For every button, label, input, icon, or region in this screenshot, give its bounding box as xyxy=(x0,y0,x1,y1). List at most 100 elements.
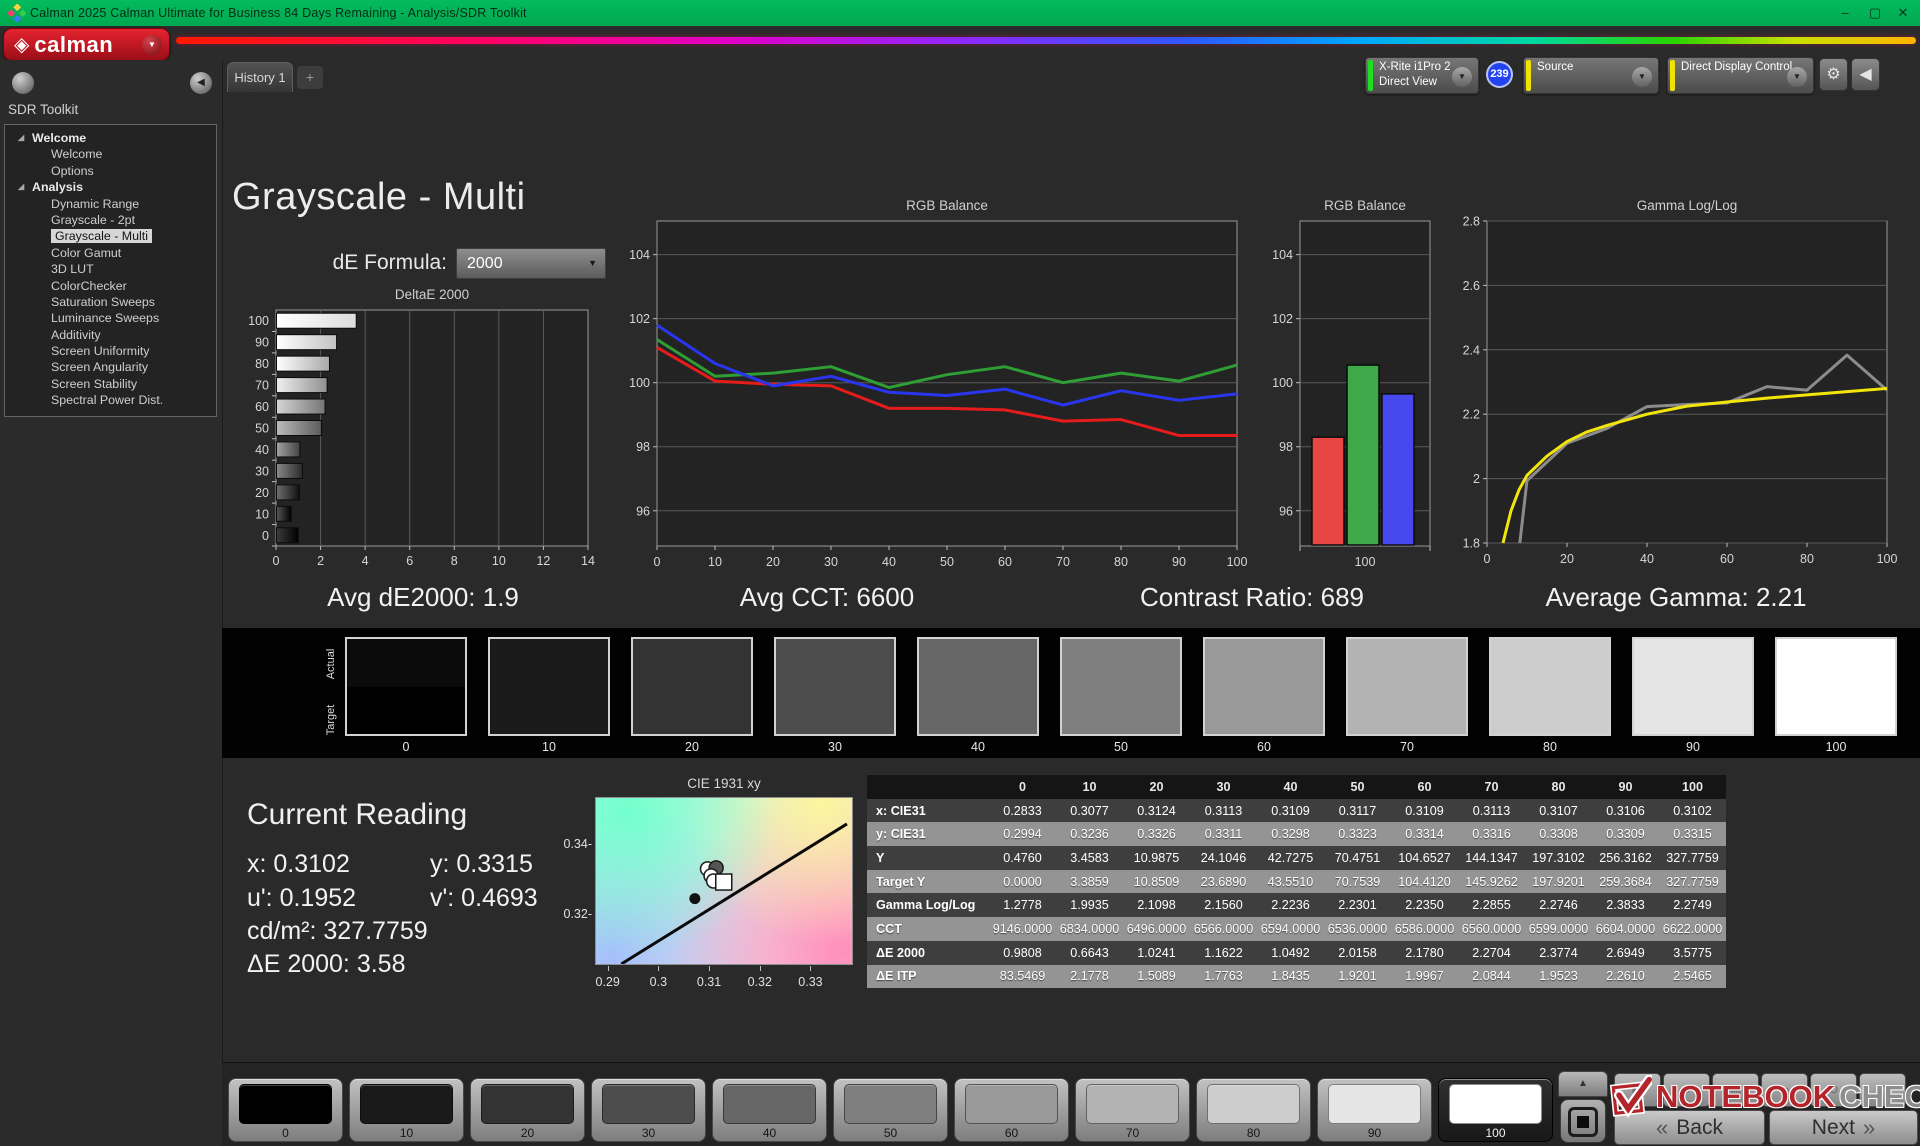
pattern-swatch xyxy=(1449,1084,1542,1124)
de-formula-dropdown-icon: ▼ xyxy=(588,249,597,278)
pattern-button-70[interactable]: 70 xyxy=(1075,1078,1190,1142)
back-label: Back xyxy=(1676,1116,1723,1140)
table-header-cell: 30 xyxy=(1190,775,1257,799)
pattern-up-icon[interactable]: ▲ xyxy=(1558,1071,1608,1097)
back-button[interactable]: « Back xyxy=(1614,1110,1765,1145)
grayscale-data-table: 0102030405060708090100x: CIE310.28330.30… xyxy=(867,775,1726,988)
pattern-button-60[interactable]: 60 xyxy=(954,1078,1069,1142)
table-header-cell: 100 xyxy=(1659,775,1726,799)
toolbar-button-5-icon[interactable]: ↻ xyxy=(1810,1073,1857,1107)
pattern-button-80[interactable]: 80 xyxy=(1196,1078,1311,1142)
pattern-button-0[interactable]: 0 xyxy=(228,1078,343,1142)
sidebar-item-colorchecker[interactable]: ColorChecker xyxy=(5,278,216,294)
bar-level-30 xyxy=(277,463,303,478)
table-cell: 2.0844 xyxy=(1458,965,1525,989)
sidebar-item-options[interactable]: Options xyxy=(5,163,216,179)
meter-count-badge: 239 xyxy=(1486,61,1513,88)
minimize-icon[interactable]: – xyxy=(1830,0,1860,26)
chart-label: 96 xyxy=(1279,504,1293,518)
panel-collapse-icon[interactable]: ◀ xyxy=(1851,58,1880,91)
sidebar-item-3d-lut[interactable]: 3D LUT xyxy=(5,261,216,277)
sidebar-item-luminance-sweeps[interactable]: Luminance Sweeps xyxy=(5,310,216,326)
pattern-button-20[interactable]: 20 xyxy=(470,1078,585,1142)
rgb-balance-bar-chart: RGB Balance1041021009896100 xyxy=(1258,188,1476,590)
sidebar-item-analysis[interactable]: ◢Analysis xyxy=(5,179,216,195)
pattern-button-30[interactable]: 30 xyxy=(591,1078,706,1142)
sidebar-item-welcome[interactable]: ◢Welcome xyxy=(5,130,216,146)
grayscale-patch-40 xyxy=(917,637,1039,736)
chart-label: 10 xyxy=(255,507,269,521)
grayscale-patch-50 xyxy=(1060,637,1182,736)
table-cell: 259.3684 xyxy=(1592,870,1659,894)
table-cell: 1.9523 xyxy=(1525,965,1592,989)
pattern-swatch xyxy=(723,1084,816,1124)
reading-luminance: cd/m²: 327.7759 xyxy=(247,917,428,946)
sidebar-item-screen-stability[interactable]: Screen Stability xyxy=(5,376,216,392)
toolbar-button-2-icon[interactable]: ● xyxy=(1663,1073,1710,1107)
pattern-button-100[interactable]: 100 xyxy=(1438,1078,1553,1142)
table-cell: 2.0158 xyxy=(1324,941,1391,965)
calman-menu-dropdown-icon[interactable]: ▼ xyxy=(142,35,162,55)
grayscale-patch-20 xyxy=(631,637,753,736)
pattern-swatch xyxy=(844,1084,937,1124)
sidebar-item-label: Saturation Sweeps xyxy=(51,295,155,309)
add-tab-icon[interactable]: + xyxy=(297,66,323,89)
pattern-level-label: 90 xyxy=(1318,1126,1431,1140)
meter-dropdown-icon[interactable]: ▼ xyxy=(1452,67,1472,87)
sidebar-item-spectral-power-dist-[interactable]: Spectral Power Dist. xyxy=(5,392,216,408)
chart-label: 98 xyxy=(1279,440,1293,454)
sidebar-item-grayscale-multi[interactable]: Grayscale - Multi xyxy=(5,228,216,244)
next-button[interactable]: Next » xyxy=(1769,1110,1918,1145)
table-cell: 2.2236 xyxy=(1257,893,1324,917)
table-header-cell: 20 xyxy=(1123,775,1190,799)
stop-pattern-button[interactable] xyxy=(1560,1099,1606,1143)
source-dropdown[interactable]: Source ▼ xyxy=(1523,57,1659,94)
patch-level-label: 40 xyxy=(917,740,1039,754)
chart-label: 100 xyxy=(1877,552,1898,566)
sidebar-collapse-icon[interactable]: ◀ xyxy=(190,72,212,94)
sidebar-item-color-gamut[interactable]: Color Gamut xyxy=(5,245,216,261)
sidebar-item-additivity[interactable]: Additivity xyxy=(5,327,216,343)
sidebar-item-grayscale-2pt[interactable]: Grayscale - 2pt xyxy=(5,212,216,228)
toolbar-button-3-icon[interactable]: ▦ xyxy=(1712,1073,1759,1107)
chart-label: 10 xyxy=(492,554,506,568)
pattern-button-50[interactable]: 50 xyxy=(833,1078,948,1142)
chart-label: 2 xyxy=(317,554,324,568)
toolbar-button-4-icon[interactable]: ∞ xyxy=(1761,1073,1808,1107)
de-formula-select[interactable]: 2000 ▼ xyxy=(456,248,606,279)
patch-level-label: 80 xyxy=(1489,740,1611,754)
tree-expand-icon[interactable]: ◢ xyxy=(18,179,24,195)
tree-expand-icon[interactable]: ◢ xyxy=(18,130,24,146)
bar-level-20 xyxy=(277,485,300,500)
tab-history-1[interactable]: History 1 xyxy=(227,62,293,92)
toolbar-button-6-icon[interactable]: ◠ xyxy=(1859,1073,1906,1107)
close-icon[interactable]: ✕ xyxy=(1888,0,1918,26)
table-header-cell: 60 xyxy=(1391,775,1458,799)
settings-gear-icon[interactable]: ⚙ xyxy=(1819,58,1848,91)
display-control-dropdown[interactable]: Direct Display Control ▼ xyxy=(1667,57,1814,94)
sidebar-sphere-button[interactable] xyxy=(12,72,34,94)
sidebar-item-screen-angularity[interactable]: Screen Angularity xyxy=(5,359,216,375)
sidebar-item-saturation-sweeps[interactable]: Saturation Sweeps xyxy=(5,294,216,310)
toolbar-button-1-icon[interactable]: ▶ xyxy=(1614,1073,1661,1107)
patch-actual xyxy=(919,639,1037,687)
display-control-dropdown-icon[interactable]: ▼ xyxy=(1787,67,1807,87)
pattern-button-40[interactable]: 40 xyxy=(712,1078,827,1142)
source-dropdown-icon[interactable]: ▼ xyxy=(1632,67,1652,87)
table-cell: 6599.0000 xyxy=(1525,917,1592,941)
meter-dropdown[interactable]: X-Rite i1Pro 2 Direct View ▼ xyxy=(1365,57,1479,94)
calman-menu-button[interactable]: ◈ calman ▼ xyxy=(3,28,170,61)
patch-level-label: 60 xyxy=(1203,740,1325,754)
sidebar-item-welcome[interactable]: Welcome xyxy=(5,146,216,162)
sidebar-item-dynamic-range[interactable]: Dynamic Range xyxy=(5,196,216,212)
maximize-icon[interactable]: ▢ xyxy=(1860,0,1890,26)
pattern-swatch xyxy=(1207,1084,1300,1124)
bar-level-40 xyxy=(277,442,300,457)
pattern-button-10[interactable]: 10 xyxy=(349,1078,464,1142)
patch-actual xyxy=(1348,639,1466,687)
sidebar-item-screen-uniformity[interactable]: Screen Uniformity xyxy=(5,343,216,359)
chart-label: 10 xyxy=(708,555,722,569)
table-cell: 2.1098 xyxy=(1123,893,1190,917)
pattern-button-90[interactable]: 90 xyxy=(1317,1078,1432,1142)
sidebar-item-label: Luminance Sweeps xyxy=(51,311,159,325)
